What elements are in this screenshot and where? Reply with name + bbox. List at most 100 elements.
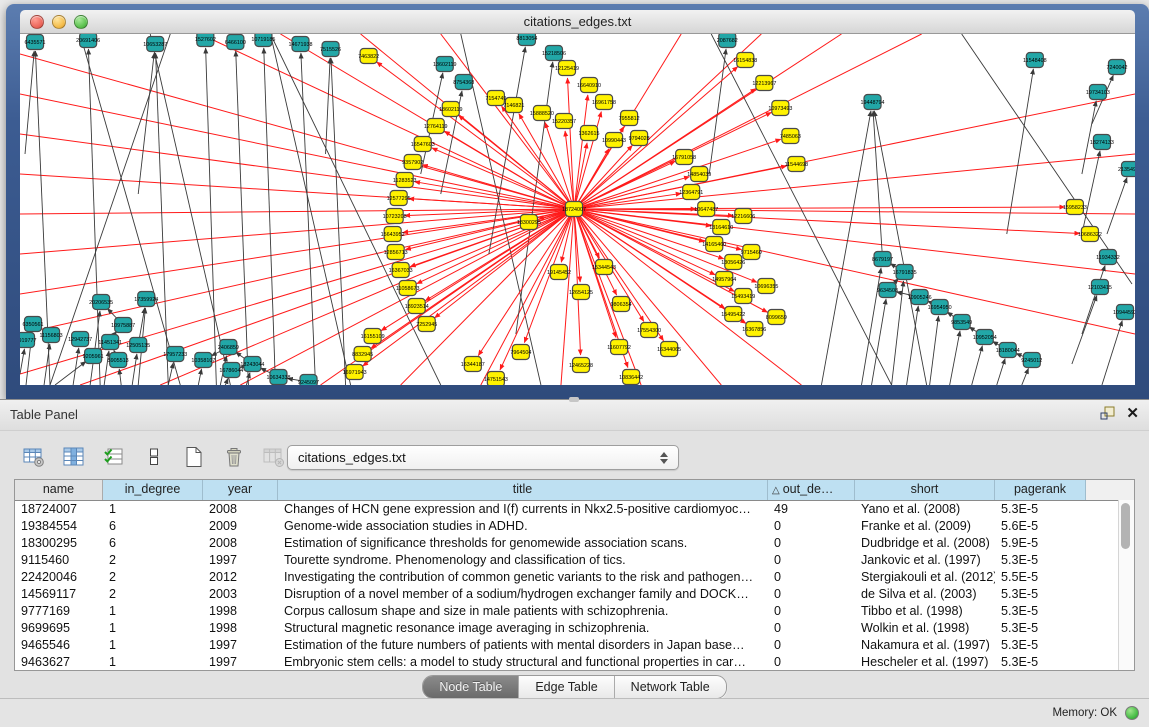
table-row[interactable]: 1872400712008Changes of HCN gene express…	[15, 501, 1134, 518]
graph-node-label: 11451341	[98, 340, 122, 346]
citation-edge-black	[930, 316, 939, 385]
graph-node-label: 14854039	[687, 172, 711, 178]
column-header-in_degree[interactable]: in_degree	[103, 480, 203, 500]
table-cell: 2009	[203, 518, 278, 535]
citation-edge-black	[119, 369, 121, 385]
table-cell: 6	[103, 518, 203, 535]
table-cell: 5.3E-5	[995, 552, 1086, 569]
graph-node-label: 12364791	[679, 190, 703, 196]
table-row[interactable]: 1456911722003Disruption of a novel membe…	[15, 586, 1134, 603]
column-header-year[interactable]: year	[203, 480, 278, 500]
select-columns-icon	[62, 445, 86, 469]
citation-edge-black	[1082, 266, 1105, 334]
column-header-pagerank[interactable]: pagerank	[995, 480, 1086, 500]
table-cell: Estimation of significance thresholds fo…	[278, 535, 768, 552]
graph-node-label: 21354943	[1118, 167, 1135, 173]
graph-node-label: 16786044	[219, 368, 243, 374]
citation-edge-black	[270, 34, 350, 385]
table-cell: 5.3E-5	[995, 586, 1086, 603]
column-header-short[interactable]: short	[855, 480, 995, 500]
table-cell: 9463627	[15, 654, 103, 671]
graph-node-label: 15495422	[721, 312, 745, 318]
graph-node-label: 15958233	[1063, 205, 1087, 211]
graph-node-label: 10905246	[908, 295, 932, 301]
table-row[interactable]: 2242004622012Investigating the contribut…	[15, 569, 1134, 586]
close-panel-button[interactable]: ✕	[1126, 405, 1139, 423]
table-selector-dropdown[interactable]: citations_edges.txt	[287, 445, 679, 470]
new-file-button[interactable]	[180, 443, 208, 471]
column-header-out_de[interactable]: △out_de…	[768, 480, 855, 500]
table-cell: 1	[103, 637, 203, 654]
table-row[interactable]: 946554611997Estimation of the future num…	[15, 637, 1134, 654]
graph-node-label: 7515526	[320, 47, 341, 53]
table-mode-icon	[142, 445, 166, 469]
tab-node-table[interactable]: Node Table	[423, 676, 519, 698]
table-cell: 22420046	[15, 569, 103, 586]
graph-node-label: 12942737	[68, 337, 92, 343]
table-cell: 1	[103, 620, 203, 637]
column-header-label: title	[513, 482, 532, 496]
network-canvas[interactable]: 1872400712125419166409101696175879558121…	[20, 34, 1135, 385]
graph-node-label: 11934332	[1096, 255, 1120, 261]
citation-edge-red	[574, 209, 721, 385]
citation-edge-black	[1107, 177, 1127, 234]
status-bar: Memory: OK	[0, 698, 1149, 727]
select-columns-button[interactable]	[60, 443, 88, 471]
graph-node-label: 7964504	[510, 350, 531, 356]
table-row[interactable]: 969969511998Structural magnetic resonanc…	[15, 620, 1134, 637]
graph-node-label: 15344543	[592, 265, 616, 271]
citation-edge-black	[1102, 321, 1122, 385]
graph-node-label: 13602119	[433, 62, 457, 68]
column-header-name[interactable]: name	[15, 480, 103, 500]
table-cell: Estimation of the future numbers of pati…	[278, 637, 768, 654]
tab-network-table[interactable]: Network Table	[615, 676, 726, 698]
splitter-handle[interactable]	[569, 397, 579, 402]
table-cell: 0	[768, 586, 855, 603]
graph-node-label: 18923514	[405, 304, 429, 310]
table-cell: 0	[768, 518, 855, 535]
graph-node-label: 15218506	[542, 51, 566, 57]
table-settings-button[interactable]	[20, 443, 48, 471]
column-header-title[interactable]: title	[278, 480, 768, 500]
citation-edge-black	[907, 306, 919, 385]
table-cell: Nakamura et al. (1997)	[855, 637, 995, 654]
delete-button[interactable]	[220, 443, 248, 471]
tab-edge-table[interactable]: Edge Table	[519, 676, 614, 698]
graph-node-label: 15643952	[381, 232, 405, 238]
graph-node-label: 3919777	[20, 338, 37, 344]
table-cell: 14569117	[15, 586, 103, 603]
graph-node-label: 9357902	[402, 160, 423, 166]
scrollbar-thumb[interactable]	[1121, 503, 1130, 549]
graph-node-label: 6466100	[225, 40, 246, 46]
table-mode-button[interactable]	[140, 443, 168, 471]
network-window-titlebar[interactable]: citations_edges.txt	[20, 10, 1135, 34]
table-cell: 0	[768, 535, 855, 552]
float-panel-button[interactable]	[1099, 405, 1116, 423]
graph-node-label: 10975887	[111, 323, 135, 329]
table-cell: 2008	[203, 535, 278, 552]
table-row[interactable]: 911546021997Tourette syndrome. Phenomeno…	[15, 552, 1134, 569]
table-row[interactable]: 946362711997Embryonic stem cells: a mode…	[15, 654, 1134, 671]
table-scrollbar[interactable]	[1118, 500, 1134, 670]
table-cell: 0	[768, 637, 855, 654]
citation-edge-red	[444, 131, 574, 209]
table-cell: Structural magnetic resonance image aver…	[278, 620, 768, 637]
memory-ok-indicator-icon[interactable]	[1125, 706, 1139, 720]
graph-node-label: 16367033	[389, 268, 413, 274]
table-row[interactable]: 1938455462009Genome-wide association stu…	[15, 518, 1134, 535]
graph-node-label: 11607792	[607, 345, 631, 351]
table-cell: 6	[103, 535, 203, 552]
table-row[interactable]: 977716911998Corpus callosum shape and si…	[15, 603, 1134, 620]
graph-node-label: 10973493	[768, 106, 792, 112]
table-cell: 0	[768, 603, 855, 620]
graph-node-label: 10634338	[266, 375, 290, 381]
table-cell: 5.6E-5	[995, 518, 1086, 535]
citation-graph[interactable]: 1872400712125419166409101696175879558121…	[20, 34, 1135, 385]
table-cell: 5.9E-5	[995, 535, 1086, 552]
graph-node-label: 17554300	[637, 328, 661, 334]
graph-node-label: 11548408	[1023, 58, 1047, 64]
graph-node-label: 9806354	[611, 302, 632, 308]
table-row[interactable]: 1830029562008Estimation of significance …	[15, 535, 1134, 552]
delete-table-button[interactable]	[260, 443, 288, 471]
checked-rows-button[interactable]	[100, 443, 128, 471]
